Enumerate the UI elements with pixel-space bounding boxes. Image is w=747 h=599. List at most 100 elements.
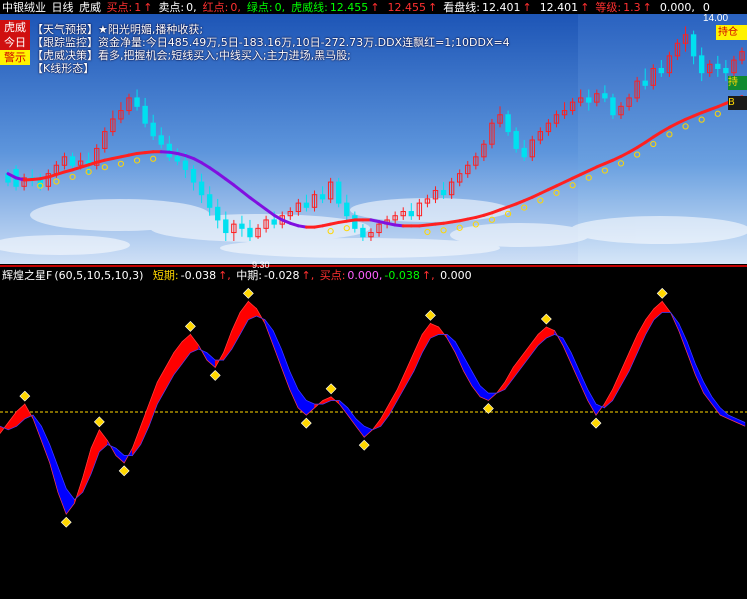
header-item-value: 0,	[186, 1, 197, 14]
header-item-arrow: ↑	[580, 1, 590, 14]
header-item-value: 12.401	[481, 1, 521, 14]
price-high-label: 14.00	[703, 13, 728, 24]
candle-body	[336, 181, 342, 204]
sell-diamond-marker	[325, 383, 337, 395]
sell-diamond-marker	[242, 287, 254, 299]
mid-value: -0.028	[264, 269, 300, 282]
oscillator-band	[289, 370, 299, 408]
side-tag: 虎威	[0, 20, 30, 35]
header-item-value: 0	[702, 1, 710, 14]
chart-canvas: 14.00 9.30	[0, 13, 747, 528]
header-item-arrow: ↑	[522, 1, 532, 14]
candle-body	[215, 206, 221, 221]
sell-diamond-marker	[93, 416, 105, 428]
oscillator-band	[703, 380, 713, 406]
sell-diamond-marker	[425, 309, 436, 321]
candle	[336, 177, 342, 208]
candle-body	[69, 156, 76, 166]
candle-body	[513, 131, 519, 149]
buy-diamond-marker	[118, 465, 130, 477]
oscillator-band	[248, 300, 257, 321]
last-value: 0.000	[440, 269, 472, 282]
candle-body	[206, 194, 213, 208]
sub-header-bar: 辉煌之星F (60,5,10,5,10,3) 短期: -0.038 ↑, 中期: -0.…	[2, 269, 474, 282]
candle-body	[602, 93, 608, 99]
candle-body	[723, 67, 729, 74]
oscillator-band	[322, 396, 332, 405]
candle-body	[698, 55, 705, 74]
candle-body	[344, 202, 350, 217]
oscillator-band	[637, 318, 646, 353]
oscillator-band	[65, 487, 75, 516]
oscillator-band	[140, 404, 150, 445]
header-item-value: 12.455	[387, 1, 427, 14]
oscillator-band	[57, 466, 67, 515]
short-value: -0.038	[180, 269, 217, 282]
header-item-label: 买点:	[106, 1, 133, 14]
header-item-value: 12.401	[539, 1, 579, 14]
candle-body	[166, 143, 173, 158]
header-item: 买点: 1 ↑	[107, 1, 155, 14]
sell-diamond-marker	[19, 390, 31, 402]
oscillator-band	[728, 414, 738, 423]
mid-arrow: ↑,	[301, 269, 315, 282]
oscillator-band	[413, 334, 423, 372]
oscillator-band	[132, 426, 142, 457]
candle-body	[239, 223, 245, 229]
oscillator-band	[454, 340, 464, 372]
header-item: 0.000,	[658, 1, 697, 14]
info-weather: 【天气预报】★阳光明媚,播种收获;	[32, 23, 204, 36]
candle-body	[198, 181, 205, 196]
header-item: 卖点: 0,	[158, 1, 198, 14]
candle	[513, 127, 519, 153]
info-decision: 【虎威决策】看多,把握机会;短线买入;中线买入;主力进场,黑马股;	[32, 49, 351, 62]
candle-body	[319, 194, 326, 200]
header-item: 12.455 ↑	[386, 1, 440, 14]
mid-label: 中期:	[236, 269, 263, 282]
header-item-arrow: ↑	[143, 1, 153, 14]
candle-body	[610, 97, 616, 116]
side-tag: 今日	[0, 35, 30, 50]
stock-name: 中银绒业	[2, 1, 46, 14]
indicator-name: 虎威	[79, 1, 101, 14]
buy-diamond-marker	[209, 369, 221, 381]
candle-body	[715, 63, 721, 69]
oscillator-band	[521, 344, 531, 369]
header-item-value: 0,	[274, 1, 286, 14]
oscillator-band	[570, 352, 580, 383]
oscillator-band	[628, 334, 638, 372]
header-item-arrow: ↑	[428, 1, 438, 14]
candle-body	[586, 97, 592, 103]
header-item-value: 0,	[230, 1, 241, 14]
buy-diamond-marker	[60, 516, 72, 528]
candle-body	[690, 34, 697, 57]
candle-body	[658, 67, 665, 74]
candle	[505, 110, 511, 136]
buy-diamond-marker	[590, 417, 602, 429]
header-item: 0	[701, 1, 712, 14]
header-item: 12.401 ↑	[538, 1, 592, 14]
header-item-label: 虎威线:	[291, 1, 328, 14]
candle-body	[174, 156, 181, 162]
buy-arrow: ↑,	[421, 269, 435, 282]
oscillator-band	[281, 348, 291, 390]
candle-body	[271, 219, 277, 225]
oscillator-band	[612, 370, 622, 402]
oscillator-band	[504, 366, 514, 391]
oscillator-band	[165, 351, 175, 391]
oscillator-band	[736, 418, 746, 427]
header-item-value: 0.000,	[659, 1, 695, 14]
oscillator-band	[231, 312, 241, 351]
header-item-arrow: ↑	[642, 1, 652, 14]
oscillator-band	[512, 355, 522, 380]
header-item: 看盘线: 12.401 ↑	[443, 1, 533, 14]
right-hold-tag: 持	[728, 76, 747, 90]
oscillator-band	[206, 352, 216, 369]
info-kline-pattern: 【K线形态】	[32, 62, 95, 75]
candle-body	[247, 227, 253, 238]
header-item-label: 等级:	[595, 1, 622, 14]
sub-params: (60,5,10,5,10,3)	[54, 269, 144, 282]
oscillator-band	[223, 330, 233, 361]
top-header-bar: 中银绒业 日线 虎威 买点: 1 ↑ 卖点: 0, 红点: 0, 绿点: 0, 虎威线: 12.45…	[2, 1, 718, 14]
oscillator-panel	[0, 287, 746, 528]
